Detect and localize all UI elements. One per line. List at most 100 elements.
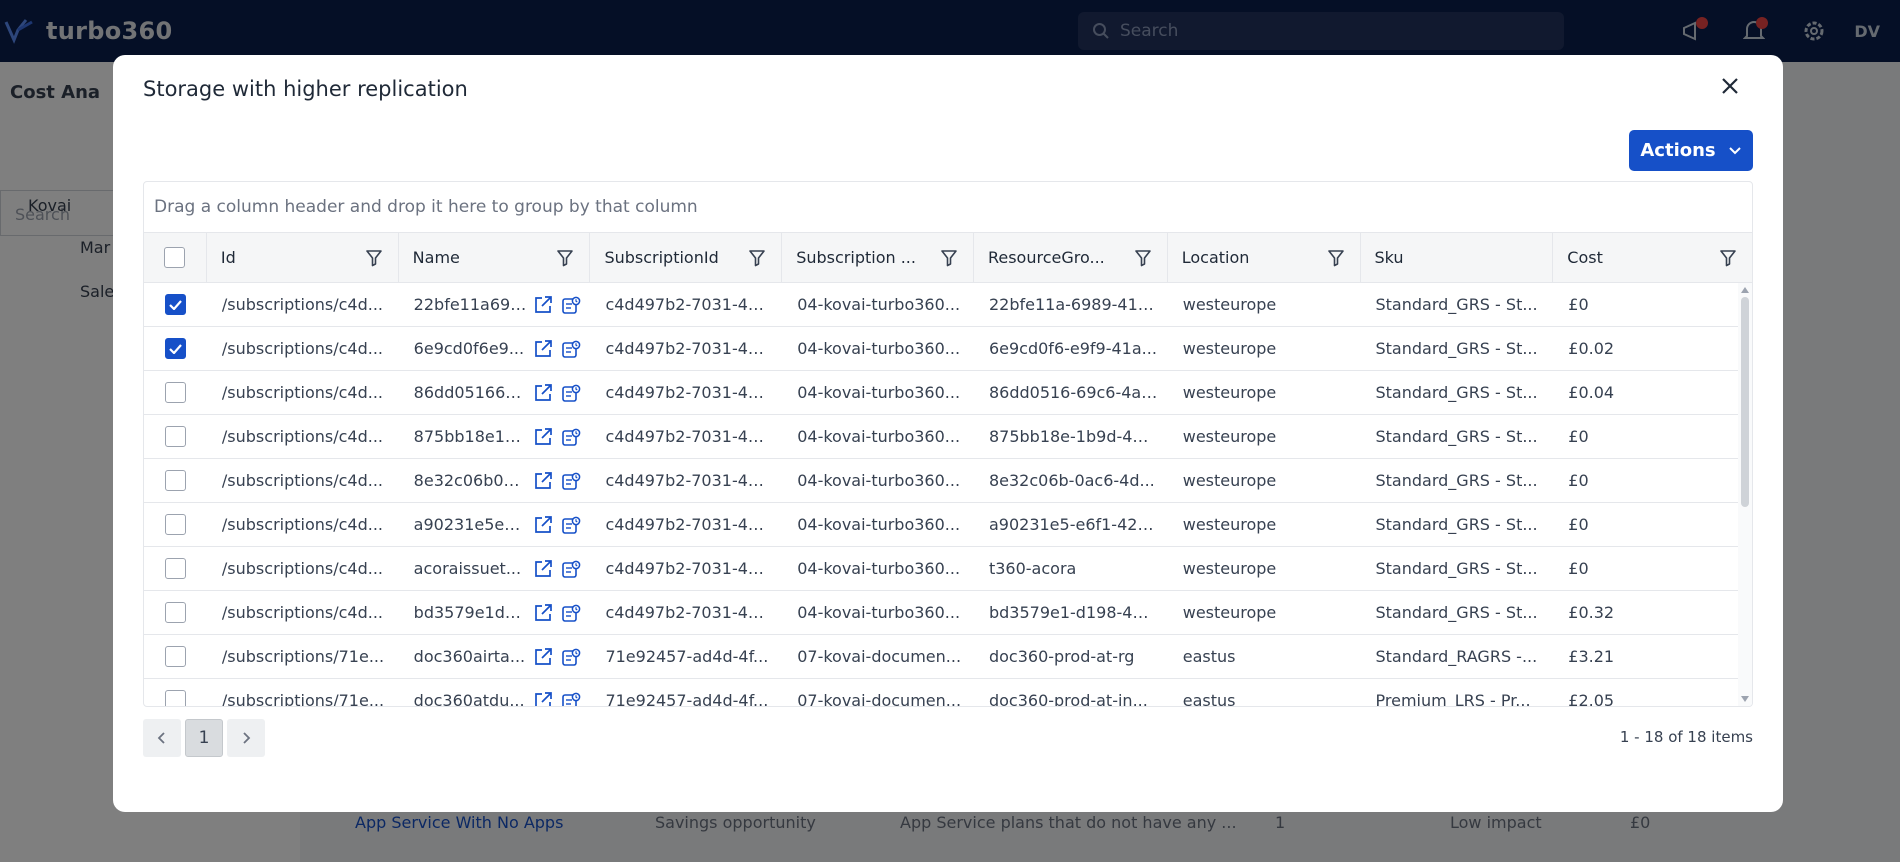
next-page-button[interactable]: [227, 719, 265, 757]
row-checkbox[interactable]: [164, 646, 186, 667]
chevron-down-icon: [1728, 146, 1741, 154]
column-label: ResourceGro...: [987, 248, 1105, 267]
group-drop-zone[interactable]: Drag a column header and drop it here to…: [144, 182, 1752, 233]
filter-icon[interactable]: [364, 248, 384, 268]
cell-text: 04-kovai-turbo360...: [797, 383, 961, 402]
actions-button[interactable]: Actions: [1629, 130, 1753, 171]
table-row[interactable]: /subscriptions/c4d... 8e32c06b0a... c4d497…: [144, 459, 1752, 503]
column-header-location[interactable]: Location: [1168, 233, 1361, 282]
scroll-down-arrow-icon[interactable]: [1740, 694, 1750, 704]
table-row[interactable]: /subscriptions/c4d... 22bfe11a698... c4d49…: [144, 283, 1752, 327]
cell-location: westeurope: [1168, 459, 1361, 502]
cell-text: /subscriptions/71e...: [221, 691, 385, 706]
row-select-cell: [144, 459, 207, 502]
scroll-up-arrow-icon[interactable]: [1740, 285, 1750, 295]
table-row[interactable]: /subscriptions/c4d... a90231e5e6... c4d497…: [144, 503, 1752, 547]
table-row[interactable]: /subscriptions/71e... doc360atdu... 71e924…: [144, 679, 1752, 706]
table-row[interactable]: /subscriptions/c4d... 875bb18e1b... c4d497…: [144, 415, 1752, 459]
external-link-icon[interactable]: [532, 470, 554, 492]
cell-sub-id: 71e92457-ad4d-4f...: [590, 635, 782, 678]
column-label: Cost: [1567, 248, 1603, 267]
column-header-resourcegroup[interactable]: ResourceGro...: [974, 233, 1168, 282]
cell-sub-name: 04-kovai-turbo360...: [782, 371, 974, 414]
column-header-id[interactable]: Id: [207, 233, 399, 282]
cell-sub-id: c4d497b2-7031-4a1...: [590, 327, 782, 370]
cell-text: westeurope: [1182, 383, 1277, 402]
external-link-icon[interactable]: [532, 294, 554, 316]
cell-text: c4d497b2-7031-4a1...: [605, 295, 773, 314]
resource-details-icon[interactable]: [560, 382, 582, 404]
pagination-summary: 1 - 18 of 18 items: [1619, 728, 1753, 746]
cell-text: £0: [1568, 427, 1589, 446]
table-row[interactable]: /subscriptions/71e... doc360airta... 71e92…: [144, 635, 1752, 679]
resource-details-icon[interactable]: [560, 338, 582, 360]
resource-details-icon[interactable]: [560, 690, 582, 706]
cell-rg: bd3579e1-d198-47c...: [974, 591, 1168, 634]
scroll-thumb[interactable]: [1741, 297, 1749, 507]
select-all-checkbox[interactable]: [164, 247, 186, 268]
resource-details-icon[interactable]: [560, 646, 582, 668]
cell-rg: 875bb18e-1b9d-41f...: [974, 415, 1168, 458]
cell-sub-id: c4d497b2-7031-4a1...: [590, 371, 782, 414]
row-checkbox[interactable]: [164, 470, 186, 491]
row-checkbox[interactable]: [164, 294, 186, 315]
external-link-icon[interactable]: [532, 338, 554, 360]
cell-text: /subscriptions/c4d...: [221, 383, 384, 402]
cell-text: /subscriptions/c4d...: [221, 515, 384, 534]
cell-text: Standard_GRS - St...: [1375, 339, 1538, 358]
previous-page-button[interactable]: [143, 719, 181, 757]
row-checkbox[interactable]: [164, 690, 186, 706]
header-select-all[interactable]: [144, 233, 207, 282]
cell-text: westeurope: [1182, 515, 1277, 534]
close-button[interactable]: [1715, 71, 1745, 101]
vertical-scrollbar[interactable]: [1738, 283, 1752, 706]
resource-details-icon[interactable]: [560, 294, 582, 316]
column-header-cost[interactable]: Cost: [1553, 233, 1752, 282]
external-link-icon[interactable]: [532, 690, 554, 706]
cell-text: /subscriptions/c4d...: [221, 295, 384, 314]
table-row[interactable]: /subscriptions/c4d... acoraissuet... c4d49…: [144, 547, 1752, 591]
row-checkbox[interactable]: [164, 338, 186, 359]
external-link-icon[interactable]: [532, 558, 554, 580]
filter-icon[interactable]: [1718, 248, 1738, 268]
table-row[interactable]: /subscriptions/c4d... 6e9cd0f6e9... c4d497…: [144, 327, 1752, 371]
cell-rg: t360-acora: [974, 547, 1168, 590]
dialog-title: Storage with higher replication: [143, 77, 468, 101]
resource-details-icon[interactable]: [560, 558, 582, 580]
row-checkbox[interactable]: [164, 514, 186, 535]
column-header-sku[interactable]: Sku: [1361, 233, 1554, 282]
external-link-icon[interactable]: [532, 646, 554, 668]
cell-text: westeurope: [1182, 559, 1277, 578]
cell-text: 8e32c06b-0ac6-4d...: [988, 471, 1155, 490]
table-row[interactable]: /subscriptions/c4d... bd3579e1d1... c4d497…: [144, 591, 1752, 635]
cell-sub-name: 04-kovai-turbo360...: [782, 591, 974, 634]
cell-text: 07-kovai-documen...: [797, 647, 962, 666]
row-checkbox[interactable]: [164, 558, 186, 579]
page-button-current[interactable]: 1: [185, 719, 223, 757]
resource-details-icon[interactable]: [560, 602, 582, 624]
filter-icon[interactable]: [939, 248, 959, 268]
filter-icon[interactable]: [555, 248, 575, 268]
external-link-icon[interactable]: [532, 602, 554, 624]
filter-icon[interactable]: [1326, 248, 1346, 268]
table-row[interactable]: /subscriptions/c4d... 86dd051669... c4d497…: [144, 371, 1752, 415]
external-link-icon[interactable]: [532, 514, 554, 536]
resource-details-icon[interactable]: [560, 426, 582, 448]
row-checkbox[interactable]: [164, 426, 186, 447]
column-header-name[interactable]: Name: [399, 233, 591, 282]
cell-cost: £0.32: [1553, 591, 1752, 634]
filter-icon[interactable]: [747, 248, 767, 268]
filter-icon[interactable]: [1133, 248, 1153, 268]
row-checkbox[interactable]: [164, 382, 186, 403]
cell-cost: £0: [1553, 503, 1752, 546]
cell-location: eastus: [1168, 679, 1361, 706]
external-link-icon[interactable]: [532, 426, 554, 448]
resource-details-icon[interactable]: [560, 514, 582, 536]
external-link-icon[interactable]: [532, 382, 554, 404]
cell-text: a90231e5e6...: [413, 515, 527, 534]
column-header-subscription-name[interactable]: Subscription ...: [782, 233, 974, 282]
column-header-subscriptionid[interactable]: SubscriptionId: [590, 233, 783, 282]
cell-text: c4d497b2-7031-4a1...: [605, 603, 773, 622]
row-checkbox[interactable]: [164, 602, 186, 623]
resource-details-icon[interactable]: [560, 470, 582, 492]
